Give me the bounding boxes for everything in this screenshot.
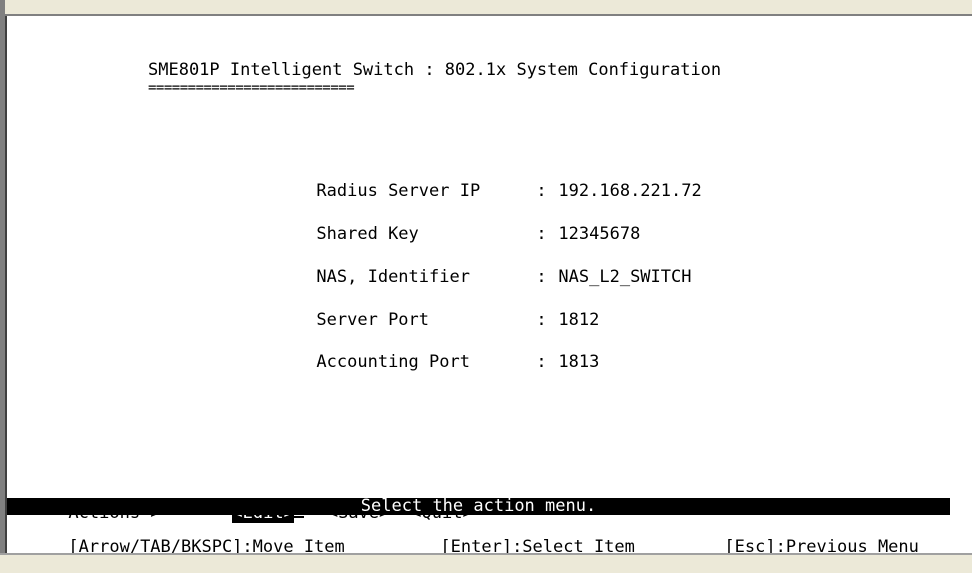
field-separator: : — [536, 181, 547, 201]
title-underline: ========================== — [148, 80, 355, 96]
page-title: SME801P Intelligent Switch : 802.1x Syst… — [148, 60, 722, 80]
terminal-screen[interactable]: SME801P Intelligent Switch : 802.1x Syst… — [7, 16, 972, 553]
field-label: Server Port — [316, 310, 430, 330]
window-top-border — [5, 0, 972, 16]
field-accounting-port[interactable]: Accounting Port:1813 — [255, 332, 599, 392]
field-value[interactable]: 12345678 — [558, 224, 640, 244]
field-separator: : — [536, 310, 547, 330]
field-value[interactable]: 1813 — [558, 352, 599, 372]
help-select-item: [Enter]:Select Item — [440, 537, 635, 553]
status-message: Select the action menu. — [7, 498, 950, 515]
field-value[interactable]: 192.168.221.72 — [558, 181, 701, 201]
field-separator: : — [536, 224, 547, 244]
field-label: Radius Server IP — [316, 181, 481, 201]
field-label: Accounting Port — [316, 352, 470, 372]
field-value[interactable]: 1812 — [558, 310, 599, 330]
window-status-strip — [0, 553, 972, 573]
field-label: Shared Key — [316, 224, 419, 244]
window-left-border — [0, 0, 7, 571]
field-separator: : — [536, 267, 547, 287]
field-value[interactable]: NAS_L2_SWITCH — [558, 267, 691, 287]
key-help-bar: [Arrow/TAB/BKSPC]:Move Item [Enter]:Selec… — [7, 517, 919, 553]
help-previous-menu: [Esc]:Previous Menu — [724, 537, 919, 553]
field-label: NAS, Identifier — [316, 267, 470, 287]
field-separator: : — [536, 352, 547, 372]
telnet-window: SME801P Intelligent Switch : 802.1x Syst… — [0, 0, 972, 573]
help-move-item: [Arrow/TAB/BKSPC]:Move Item — [68, 537, 345, 553]
